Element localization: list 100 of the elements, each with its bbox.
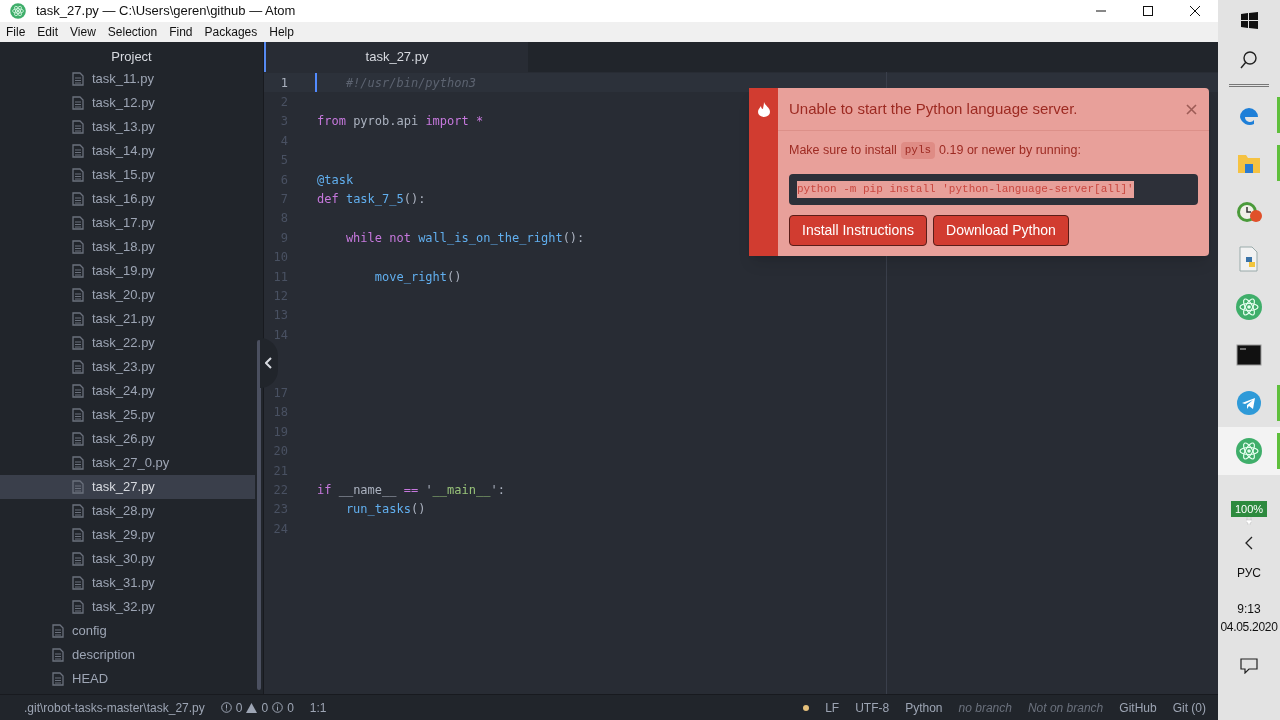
file-icon [72,264,84,278]
file-tree-item[interactable]: task_24.py [0,379,255,403]
error-icon [220,702,232,713]
line-number: 1 [280,75,288,90]
code-token: task_7_5 [344,191,404,209]
file-icon [72,456,84,470]
file-icon [72,72,84,86]
file-icon [72,576,84,590]
file-icon [72,408,84,422]
file-tree-item[interactable]: config [0,619,255,643]
file-icon [72,384,84,398]
paper-plane-icon [1236,390,1262,416]
file-tree-item[interactable]: task_26.py [0,427,255,451]
file-tree-item[interactable]: task_15.py [0,163,255,187]
file-tree-item[interactable]: task_21.py [0,307,255,331]
file-icon [72,216,84,230]
file-tree-item[interactable]: HEAD [0,667,255,691]
editor-tab[interactable]: task_27.py [264,42,528,72]
file-tree-item[interactable]: task_29.py [0,523,255,547]
file-tree-item[interactable]: task_13.py [0,115,255,139]
file-path[interactable]: .git\robot-tasks-master\task_27.py [24,698,205,717]
code-token: while not [344,229,411,247]
file-tree-item[interactable]: task_19.py [0,259,255,283]
scrollbar[interactable] [257,340,261,690]
file-tree-item[interactable]: task_18.py [0,235,255,259]
line-ending[interactable]: LF [825,698,840,717]
code-token: () [447,268,462,286]
file-tree-item[interactable]: task_27_0.py [0,451,255,475]
maximize-icon [1142,6,1153,16]
menu-item[interactable]: Find [163,23,199,41]
file-icon [72,336,84,350]
file-icon [52,672,64,686]
inline-code: pyls [900,142,936,159]
menu-item[interactable]: Edit [31,23,65,41]
code-token: (): [403,191,426,209]
file-icon [72,528,84,542]
notifications-icon[interactable] [1240,658,1258,674]
code-token: == [403,481,419,499]
file-tree-item[interactable]: description [0,643,255,667]
notification-button[interactable]: Download Python [933,214,1069,246]
file-tree-item[interactable]: task_14.py [0,139,255,163]
close-icon[interactable] [1186,103,1197,115]
menu-item[interactable]: Packages [198,23,264,41]
diagnostics-counter[interactable]: 0 0 0 [220,698,294,717]
menu-item[interactable]: View [64,23,102,41]
code-token: def [317,191,339,209]
file-icon [72,360,84,374]
file-icon [72,480,84,494]
grammar[interactable]: Python [905,698,943,717]
language-indicator[interactable]: РУС [1237,564,1261,582]
file-icon [52,648,64,662]
code-token: (): [562,229,585,247]
menu-item[interactable]: Selection [101,23,164,41]
cursor-position[interactable]: 1:1 [309,698,327,717]
clock-date[interactable]: 04.05.2020 [1220,618,1278,636]
file-tree-item[interactable]: task_23.py [0,355,255,379]
clock-time[interactable]: 9:13 [1237,600,1261,618]
file-icon [72,504,84,518]
battery-indicator[interactable]: 100% [1230,501,1268,517]
atom-logo-icon [1235,293,1263,321]
file-tree-item[interactable]: task_25.py [0,403,255,427]
file-tree-item[interactable]: task_32.py [0,595,255,619]
notification-title: Unable to start the Python language server. [789,98,1078,119]
file-tree-item[interactable]: task_30.py [0,547,255,571]
menu-item[interactable]: Help [263,23,300,41]
file-tree-item[interactable]: task_27.py [0,475,255,499]
file-tree-item[interactable]: task_31.py [0,571,255,595]
info-icon [272,702,284,713]
notification-text: 0.19 or newer by running: [939,142,1081,159]
menu-item[interactable]: File [0,23,32,41]
notification-text: Make sure to install [789,142,897,159]
chevron-left-icon [265,357,273,369]
github-label[interactable]: GitHub [1119,698,1157,717]
file-tree-item[interactable]: task_17.py [0,211,255,235]
file-icon [72,288,84,302]
file-icon [72,240,84,254]
warning-icon [246,702,258,713]
code-token: __main__ [432,481,491,499]
code-token: import [425,113,469,131]
file-icon [72,432,84,446]
close-icon [1189,6,1200,16]
collapse-panel-button[interactable] [260,338,278,388]
file-tree-item[interactable]: task_16.py [0,187,255,211]
git-label[interactable]: Git (0) [1172,698,1206,717]
file-tree-item[interactable]: task_20.py [0,283,255,307]
code-token: ' [424,481,433,499]
file-tree-item[interactable]: task_28.py [0,499,255,523]
code-token: * [474,113,484,131]
code-token: move_right [373,268,448,286]
notification-button[interactable]: Install Instructions [789,214,928,246]
file-tree-item[interactable]: task_22.py [0,331,255,355]
file-icon [72,168,84,182]
code-token: wall_is_on_the_right [417,229,563,247]
code-token: if [317,481,332,499]
python-file-icon [1237,245,1261,273]
file-icon [72,600,84,614]
file-tree-item[interactable]: task_11.py [0,67,255,91]
encoding[interactable]: UTF-8 [855,698,890,717]
chevron-left-icon[interactable] [1245,536,1253,550]
file-tree-item[interactable]: task_12.py [0,91,255,115]
